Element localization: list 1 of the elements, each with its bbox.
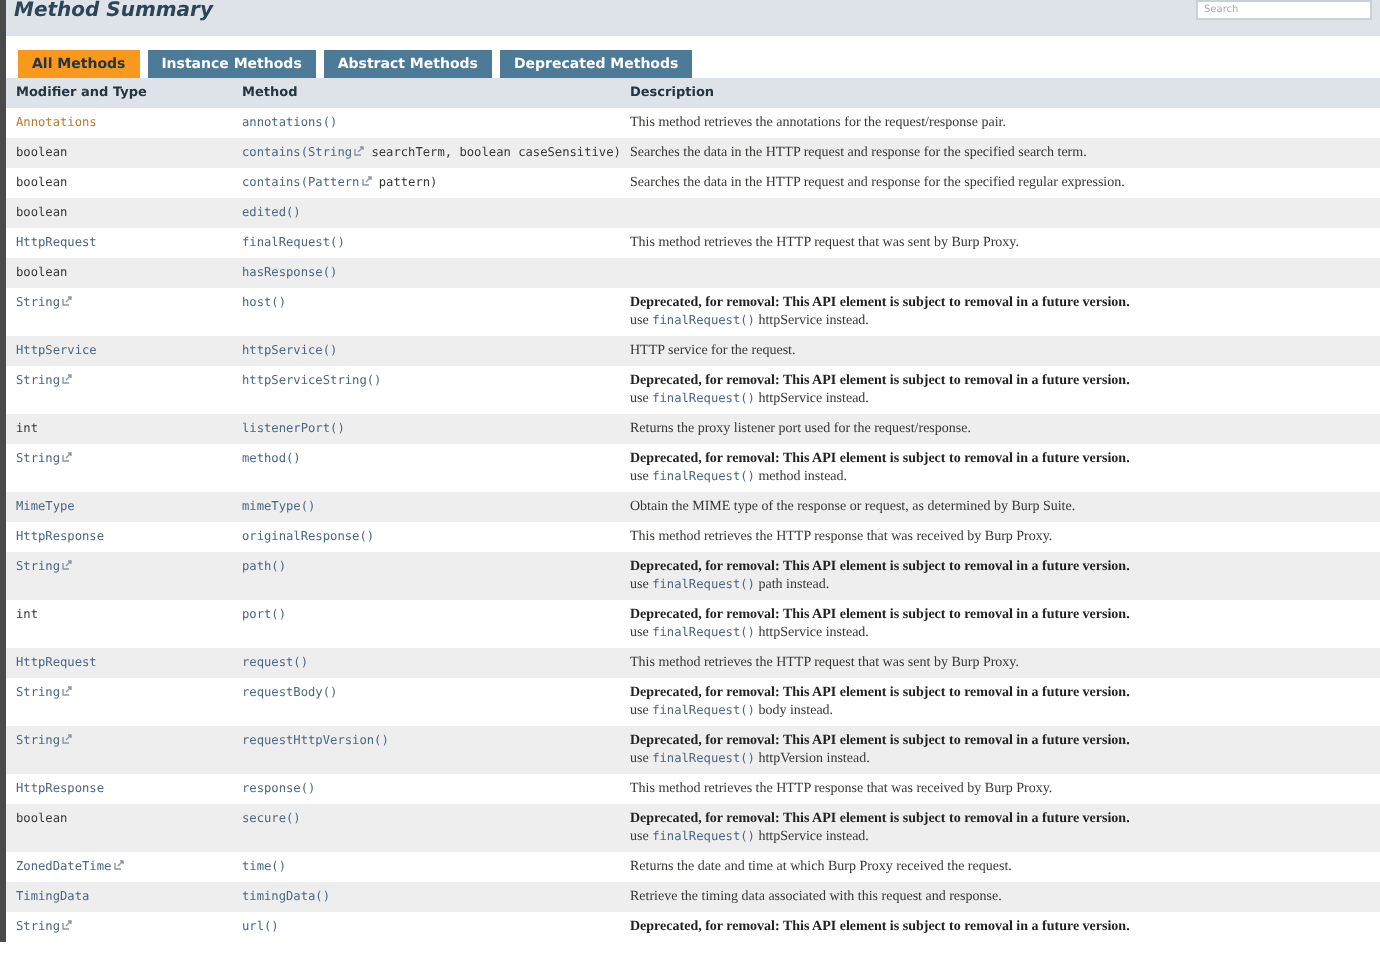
section-title: Method Summary <box>14 0 214 24</box>
